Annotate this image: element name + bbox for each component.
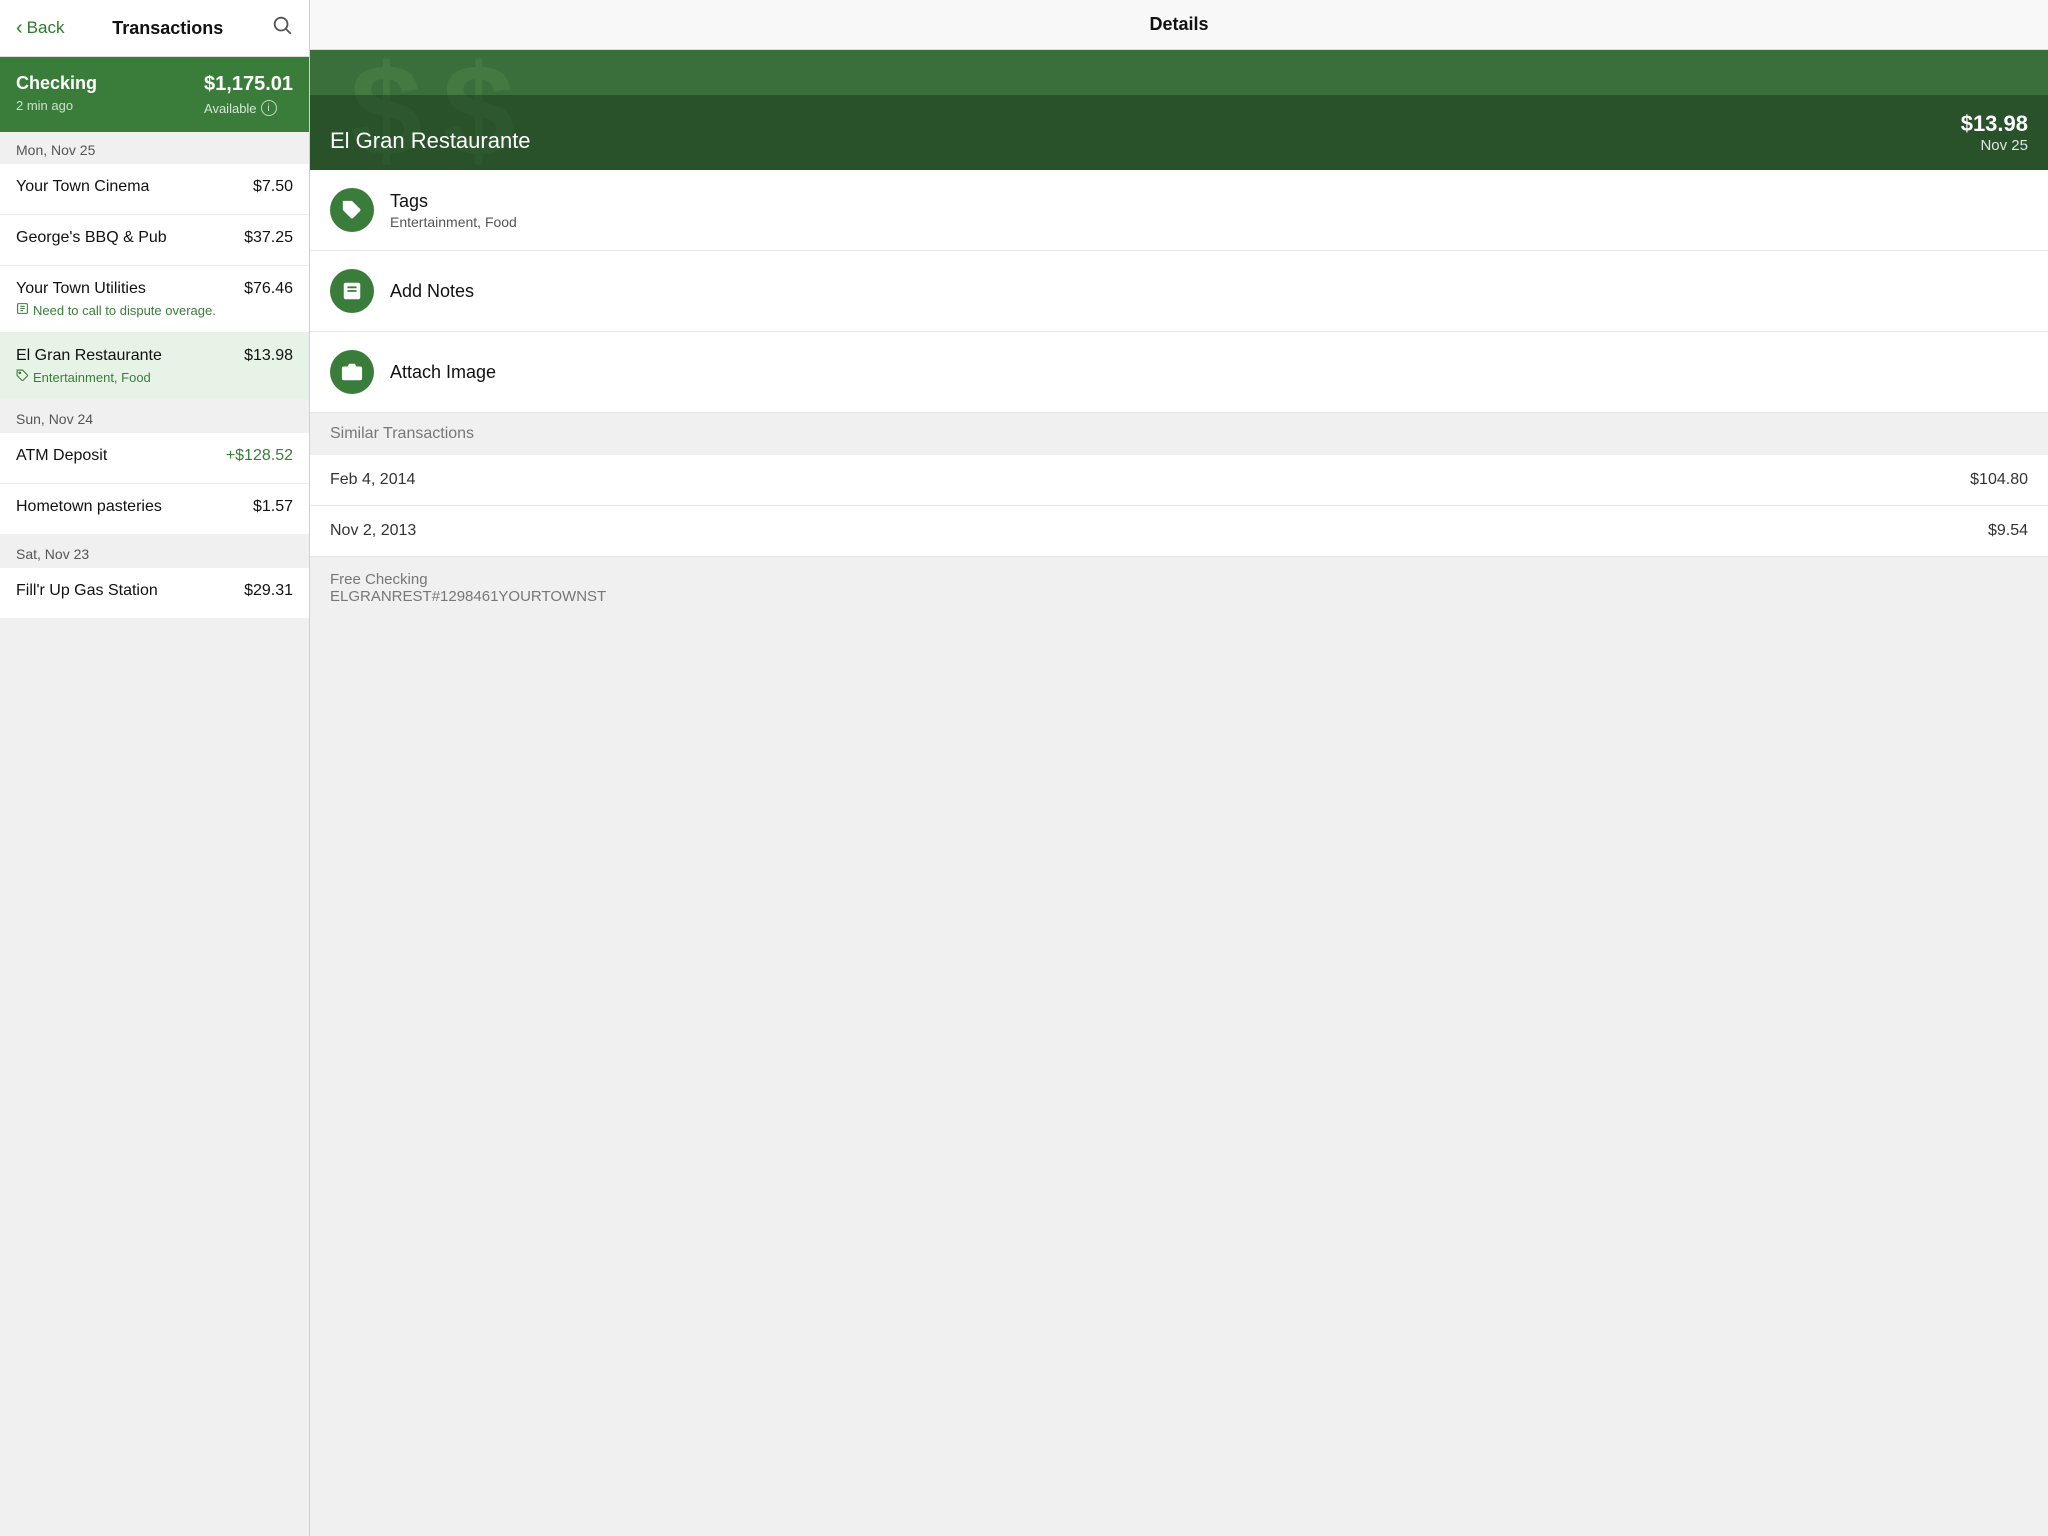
- right-panel: Details $ $ El Gran Restaurante $13.98 N…: [310, 0, 2048, 1536]
- transaction-item[interactable]: Your Town Cinema $7.50: [0, 164, 309, 215]
- tags-row[interactable]: Tags Entertainment, Food: [310, 170, 2048, 251]
- transaction-list: Mon, Nov 25 Your Town Cinema $7.50 Georg…: [0, 132, 309, 620]
- transaction-item-selected[interactable]: El Gran Restaurante Entertainment, Food …: [0, 333, 309, 399]
- account-info: Checking 2 min ago: [16, 73, 97, 113]
- tags-label: Tags: [390, 191, 517, 212]
- details-header-content: El Gran Restaurante $13.98 Nov 25: [310, 95, 2048, 170]
- transaction-amount: $13.98: [244, 347, 293, 365]
- left-panel: ‹ Back Transactions Checking 2 min ago $…: [0, 0, 310, 1536]
- info-icon[interactable]: i: [261, 100, 277, 116]
- details-amount: $13.98: [1961, 111, 2028, 137]
- details-merchant: El Gran Restaurante: [330, 128, 531, 154]
- details-date: Nov 25: [1961, 137, 2028, 154]
- transaction-info: Fill'r Up Gas Station: [16, 582, 158, 604]
- details-body: Tags Entertainment, Food Add Notes: [310, 170, 2048, 413]
- nav-title: Transactions: [112, 18, 223, 39]
- tag-icon: [16, 369, 29, 385]
- tags-icon: [330, 188, 374, 232]
- similar-date-2: Nov 2, 2013: [330, 522, 416, 540]
- transaction-tag: Entertainment, Food: [16, 369, 162, 385]
- transaction-item[interactable]: Your Town Utilities Need to call to disp…: [0, 266, 309, 333]
- notes-icon: [330, 269, 374, 313]
- back-label: Back: [27, 18, 65, 38]
- transaction-amount: $1.57: [253, 498, 293, 516]
- nav-bar: ‹ Back Transactions: [0, 0, 309, 57]
- account-time: 2 min ago: [16, 98, 97, 113]
- transaction-amount: $37.25: [244, 229, 293, 247]
- footer-account: Free Checking: [330, 571, 2028, 588]
- transaction-amount: $76.46: [244, 280, 293, 298]
- account-balance-block: $1,175.01 Available i: [204, 73, 293, 116]
- transaction-info: Hometown pasteries: [16, 498, 162, 520]
- attach-image-row[interactable]: Attach Image: [310, 332, 2048, 413]
- footer-info: Free Checking ELGRANREST#1298461YOURTOWN…: [310, 557, 2048, 619]
- transaction-info: Your Town Utilities Need to call to disp…: [16, 280, 216, 318]
- transaction-item[interactable]: ATM Deposit +$128.52: [0, 433, 309, 484]
- notes-label: Add Notes: [390, 281, 474, 302]
- section-header-mon: Mon, Nov 25: [0, 132, 309, 164]
- search-icon[interactable]: [271, 14, 293, 42]
- group-sat-nov-23: Fill'r Up Gas Station $29.31: [0, 568, 309, 618]
- group-sun-nov-24: ATM Deposit +$128.52 Hometown pasteries …: [0, 433, 309, 534]
- details-title: Details: [1149, 14, 1208, 34]
- camera-icon: [330, 350, 374, 394]
- similar-row[interactable]: Feb 4, 2014 $104.80: [310, 455, 2048, 506]
- section-header-sat: Sat, Nov 23: [0, 536, 309, 568]
- transaction-amount: $7.50: [253, 178, 293, 196]
- transaction-name: Your Town Cinema: [16, 178, 149, 200]
- similar-amount-2: $9.54: [1988, 522, 2028, 540]
- transaction-item[interactable]: Fill'r Up Gas Station $29.31: [0, 568, 309, 618]
- transaction-item[interactable]: George's BBQ & Pub $37.25: [0, 215, 309, 266]
- similar-transactions-header: Similar Transactions: [310, 413, 2048, 455]
- transaction-info: George's BBQ & Pub: [16, 229, 167, 251]
- attach-image-label: Attach Image: [390, 362, 496, 383]
- transaction-info: El Gran Restaurante Entertainment, Food: [16, 347, 162, 385]
- note-icon: [16, 302, 29, 318]
- transaction-item[interactable]: Hometown pasteries $1.57: [0, 484, 309, 534]
- similar-row[interactable]: Nov 2, 2013 $9.54: [310, 506, 2048, 557]
- account-name: Checking: [16, 73, 97, 94]
- transaction-amount: $29.31: [244, 582, 293, 600]
- transaction-amount-positive: +$128.52: [226, 447, 293, 465]
- transaction-info: ATM Deposit: [16, 447, 107, 469]
- account-available: Available i: [204, 100, 293, 116]
- tags-content: Tags Entertainment, Food: [390, 191, 517, 230]
- transaction-note: Need to call to dispute overage.: [16, 302, 216, 318]
- account-balance: $1,175.01: [204, 73, 293, 96]
- section-header-sun: Sun, Nov 24: [0, 401, 309, 433]
- notes-row[interactable]: Add Notes: [310, 251, 2048, 332]
- back-button[interactable]: ‹ Back: [16, 17, 64, 40]
- back-chevron-icon: ‹: [16, 17, 23, 40]
- details-amount-block: $13.98 Nov 25: [1961, 111, 2028, 154]
- details-nav: Details: [310, 0, 2048, 50]
- similar-amount-1: $104.80: [1970, 471, 2028, 489]
- similar-date-1: Feb 4, 2014: [330, 471, 415, 489]
- group-mon-nov-25: Your Town Cinema $7.50 George's BBQ & Pu…: [0, 164, 309, 399]
- footer-transaction-id: ELGRANREST#1298461YOURTOWNST: [330, 588, 2028, 605]
- details-header: $ $ El Gran Restaurante $13.98 Nov 25: [310, 50, 2048, 170]
- tags-value: Entertainment, Food: [390, 214, 517, 230]
- account-card[interactable]: Checking 2 min ago $1,175.01 Available i: [0, 57, 309, 132]
